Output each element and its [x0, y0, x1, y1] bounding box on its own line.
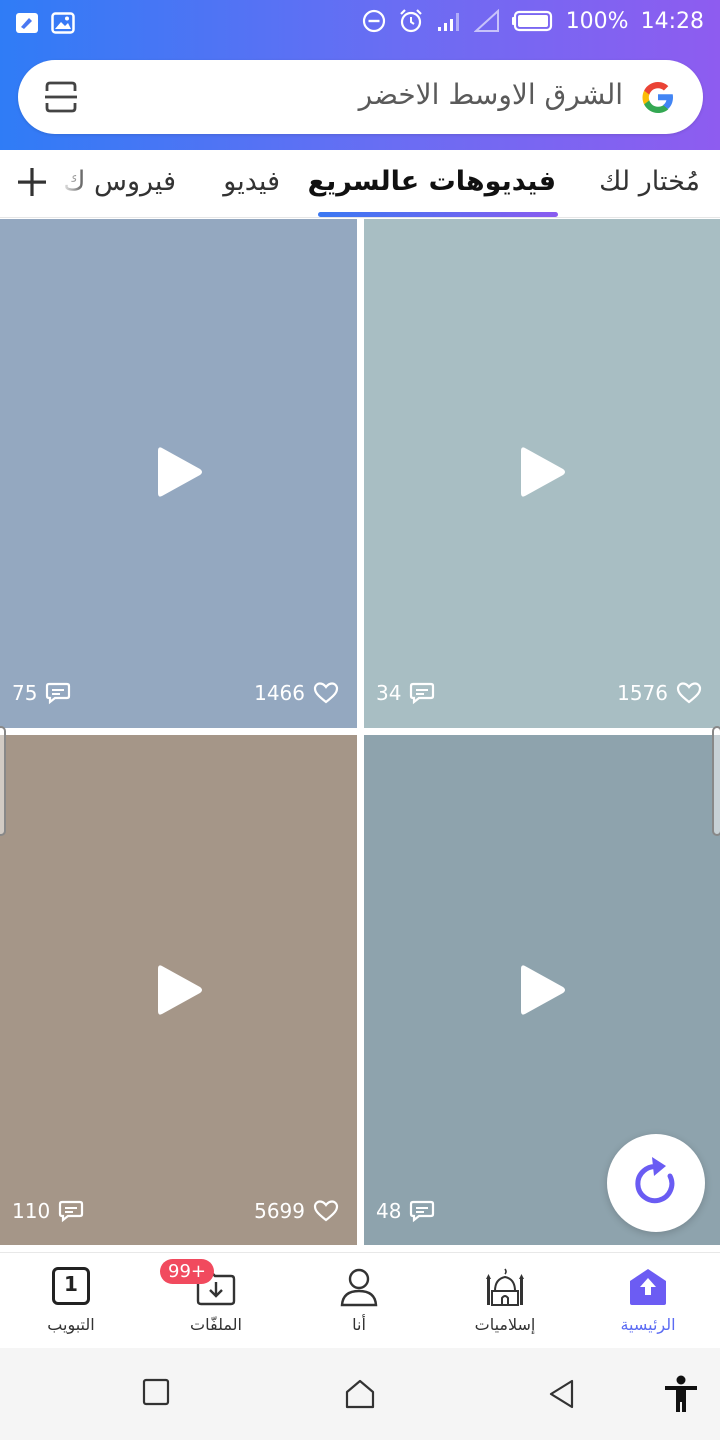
bottom-nav: الرئيسية إسلاميات أنا الملفّات 99+ 1 الت… [0, 1252, 720, 1348]
comments-stat: 75 [12, 681, 71, 705]
nav-me[interactable]: أنا [299, 1265, 419, 1345]
active-tab-indicator [318, 212, 558, 217]
add-tab-icon[interactable] [14, 162, 50, 202]
right-edge-handle[interactable] [712, 726, 720, 836]
alarm-icon [399, 9, 422, 33]
refresh-icon [635, 1157, 675, 1204]
likes-count: 5699 [254, 1199, 305, 1223]
nav-files-label: الملفّات [190, 1315, 242, 1334]
play-icon[interactable] [515, 442, 571, 502]
status-left-icons [14, 10, 76, 36]
refresh-button[interactable] [607, 1134, 705, 1232]
video-card[interactable]: 1466 75 [0, 219, 357, 728]
comment-icon[interactable] [409, 1199, 435, 1223]
nav-home-label: الرئيسية [620, 1315, 676, 1334]
video-card[interactable]: 5699 110 [0, 735, 357, 1245]
nav-tabs[interactable]: 1 التبويب [11, 1265, 131, 1345]
back-icon[interactable] [548, 1378, 576, 1410]
likes-stat: 5699 [254, 1199, 339, 1223]
comments-stat: 48 [376, 1199, 435, 1223]
scan-icon[interactable] [44, 80, 78, 114]
recents-icon[interactable] [142, 1378, 170, 1406]
google-logo-icon [642, 82, 673, 113]
comments-stat: 110 [12, 1199, 84, 1223]
clock: 14:28 [640, 8, 704, 34]
signal-icon [437, 13, 459, 31]
header: 100% 14:28 الشرق الاوسط الاخضر [0, 0, 720, 150]
comments-stat: 34 [376, 681, 435, 705]
image-icon [51, 12, 75, 34]
comments-count: 34 [376, 681, 402, 705]
comment-icon[interactable] [409, 681, 435, 705]
status-right: 100% 14:28 [362, 8, 704, 34]
comment-icon[interactable] [58, 1199, 84, 1223]
likes-stat: 1466 [254, 681, 339, 705]
mosque-icon [486, 1268, 524, 1306]
nav-tabs-label: التبويب [47, 1315, 95, 1334]
tab-for-you[interactable]: مُختار لك [599, 166, 700, 197]
home-arrow-icon [630, 1269, 666, 1305]
search-input[interactable]: الشرق الاوسط الاخضر [359, 78, 623, 111]
heart-icon[interactable] [313, 681, 339, 705]
battery-percent: 100% [565, 8, 629, 34]
search-bar[interactable]: الشرق الاوسط الاخضر [18, 60, 703, 134]
nav-islamic-label: إسلاميات [474, 1315, 536, 1334]
home-icon[interactable] [344, 1378, 376, 1410]
play-icon[interactable] [515, 960, 571, 1020]
comment-icon[interactable] [45, 681, 71, 705]
tabs-count: 1 [64, 1272, 78, 1296]
category-tabs: مُختار لك فيديوهات عالسريع فيديو فيروس ك [0, 150, 720, 218]
dnd-icon [362, 9, 385, 33]
app-screen: 100% 14:28 الشرق الاوسط الاخضر مُختار لك… [0, 0, 720, 1440]
notification-edit-icon [16, 13, 38, 33]
tabs-count-icon: 1 [52, 1267, 90, 1305]
files-badge: 99+ [160, 1259, 214, 1284]
heart-icon[interactable] [313, 1199, 339, 1223]
nav-islamic[interactable]: إسلاميات [445, 1265, 565, 1345]
left-edge-handle[interactable] [0, 726, 6, 836]
nav-home[interactable]: الرئيسية [588, 1265, 708, 1345]
tab-quick-videos[interactable]: فيديوهات عالسريع [308, 166, 556, 197]
status-bar: 100% 14:28 [0, 0, 720, 48]
nav-me-label: أنا [352, 1315, 366, 1334]
system-nav-bar [0, 1348, 720, 1440]
comments-count: 75 [12, 681, 38, 705]
comments-count: 48 [376, 1199, 402, 1223]
comments-count: 110 [12, 1199, 51, 1223]
likes-stat: 1576 [617, 681, 702, 705]
person-icon [340, 1268, 378, 1307]
accessibility-icon[interactable] [662, 1374, 700, 1414]
signal-empty-icon [473, 9, 499, 32]
likes-count: 1466 [254, 681, 305, 705]
video-card[interactable]: 1576 34 [364, 219, 720, 728]
tab-video[interactable]: فيديو [223, 166, 280, 197]
battery-icon [511, 10, 552, 32]
heart-icon[interactable] [676, 681, 702, 705]
play-icon[interactable] [152, 960, 208, 1020]
play-icon[interactable] [152, 442, 208, 502]
tab-fade [60, 150, 90, 216]
likes-count: 1576 [617, 681, 668, 705]
